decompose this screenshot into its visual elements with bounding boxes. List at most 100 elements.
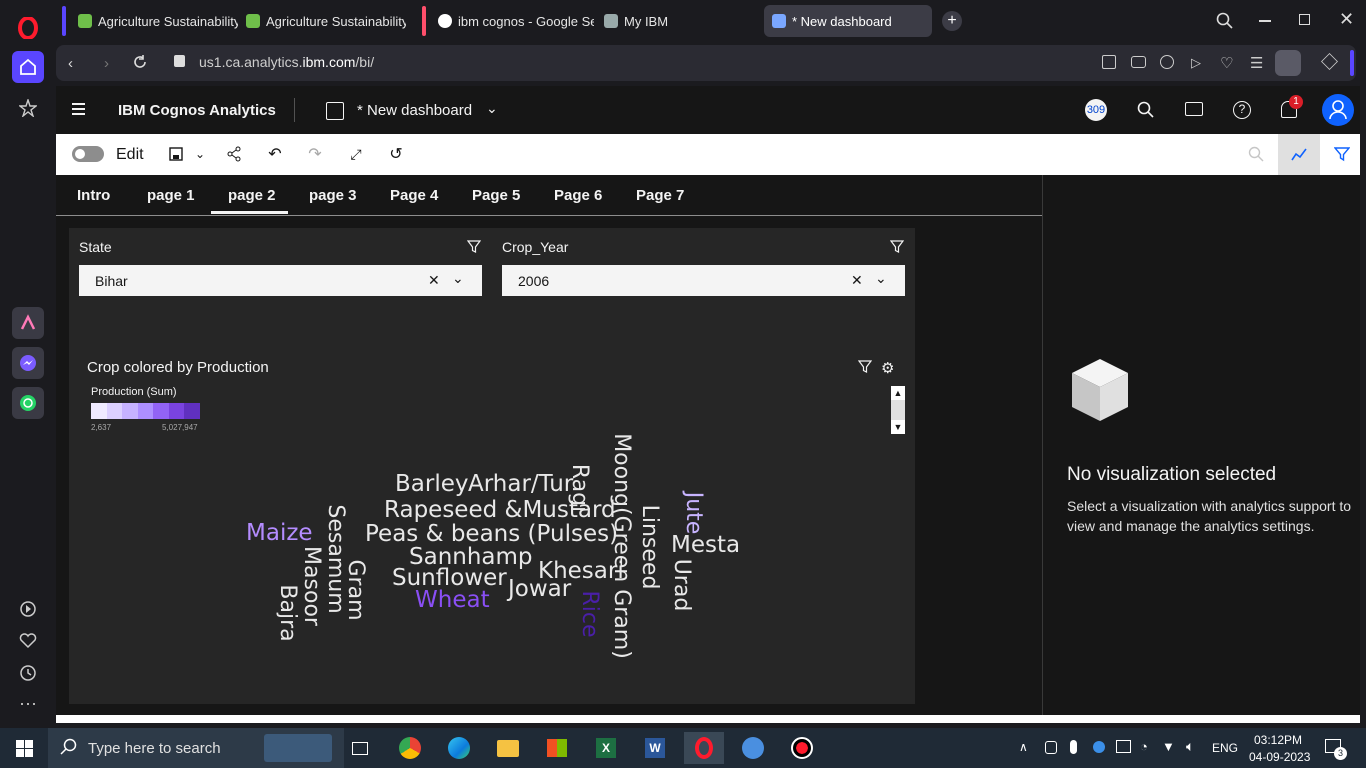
word-cloud-item[interactable]: Moong(Green Gram) <box>609 433 634 659</box>
history-icon[interactable] <box>12 657 44 689</box>
tab-intro[interactable]: Intro <box>77 187 110 204</box>
legend-scrollbar[interactable]: ▲ ▼ <box>891 386 905 434</box>
clear-icon[interactable]: ✕ <box>851 272 863 289</box>
snapshot-icon[interactable] <box>1131 56 1146 68</box>
forward-icon[interactable]: › <box>104 55 109 72</box>
chrome-icon[interactable] <box>390 732 430 764</box>
browser-tab[interactable]: My IBM <box>596 5 760 37</box>
word-cloud-item[interactable]: Barley <box>395 472 468 496</box>
tray-chevron-icon[interactable]: ∧ <box>1019 740 1028 754</box>
crop-year-filter-dropdown[interactable]: 2006 ✕ ⌄ <box>502 265 905 296</box>
browser-tab[interactable]: ibm cognos - Google Sear <box>430 5 594 37</box>
tab-page-6[interactable]: Page 6 <box>554 187 602 204</box>
word-cloud-item[interactable]: Gram <box>343 559 368 620</box>
chevron-down-icon[interactable]: ⌄ <box>452 270 464 287</box>
network-icon[interactable]: ◔ <box>1140 739 1148 754</box>
tab-page-4[interactable]: Page 4 <box>390 187 438 204</box>
store-icon[interactable] <box>537 732 577 764</box>
chat-icon[interactable] <box>1185 102 1203 116</box>
viz-settings-icon[interactable]: ⚙ <box>881 359 894 377</box>
more-icon[interactable]: ··· <box>12 687 44 719</box>
windows-start-icon[interactable] <box>16 740 33 762</box>
clear-icon[interactable]: ✕ <box>428 272 440 289</box>
tab-page-7[interactable]: Page 7 <box>636 187 684 204</box>
filter-icon[interactable] <box>889 240 905 259</box>
word-cloud-item[interactable]: Ragi <box>567 464 592 512</box>
help-icon[interactable]: ? <box>1233 101 1251 119</box>
tray-monitor-icon[interactable] <box>1116 740 1131 753</box>
chevron-down-icon[interactable]: ⌄ <box>486 100 498 117</box>
reset-icon[interactable]: ↺ <box>386 144 406 164</box>
filter-icon[interactable] <box>466 240 482 259</box>
scroll-up-icon[interactable]: ▲ <box>891 386 905 400</box>
file-explorer-icon[interactable] <box>488 732 528 764</box>
undo-icon[interactable]: ↶ <box>265 144 285 164</box>
clock-time[interactable]: 03:12PM <box>1254 733 1302 747</box>
analytics-panel-button[interactable] <box>1278 134 1320 175</box>
word-cloud-item[interactable]: Linseed <box>637 505 662 590</box>
word-cloud-item[interactable]: Wheat <box>415 588 490 612</box>
opera-menu-icon[interactable] <box>12 12 44 44</box>
task-view-icon[interactable] <box>340 732 380 764</box>
lock-icon[interactable] <box>174 55 185 67</box>
taskbar-search[interactable]: Type here to search <box>48 728 344 768</box>
redo-icon[interactable]: ↷ <box>305 144 325 164</box>
close-button[interactable]: ✕ <box>1339 9 1354 30</box>
easy-setup-icon[interactable]: ☰ <box>1250 54 1263 72</box>
tab-page-2[interactable]: page 2 <box>228 187 276 204</box>
zoom-icon[interactable] <box>1246 144 1266 164</box>
chevron-down-icon[interactable]: ⌄ <box>875 270 887 287</box>
user-avatar-icon[interactable] <box>1322 94 1354 126</box>
opera-taskbar-icon[interactable] <box>684 732 724 764</box>
sidebar-toggle[interactable] <box>1350 50 1354 76</box>
reload-icon[interactable] <box>132 54 148 75</box>
word-cloud-item[interactable]: Rice <box>577 590 602 637</box>
tab-page-3[interactable]: page 3 <box>309 187 357 204</box>
search-icon[interactable] <box>1137 101 1155 124</box>
browser-tab[interactable]: Agriculture Sustainability <box>238 5 406 37</box>
volume-icon[interactable]: 🔈︎ <box>1186 738 1194 755</box>
word-cloud-item[interactable]: Bajra <box>275 584 300 641</box>
tray-camera-icon[interactable] <box>1045 741 1057 754</box>
browser-tab-active[interactable]: * New dashboard <box>764 5 932 37</box>
microphone-icon[interactable] <box>1070 740 1077 754</box>
home-icon[interactable] <box>12 51 44 83</box>
word-cloud-item[interactable]: Arhar/Tur <box>468 472 573 496</box>
word-icon[interactable]: W <box>635 732 675 764</box>
save-menu-chevron-icon[interactable]: ⌄ <box>190 144 210 164</box>
language-indicator[interactable]: ENG <box>1212 741 1238 755</box>
tab-page-5[interactable]: Page 5 <box>472 187 520 204</box>
viz-filter-icon[interactable] <box>857 360 873 379</box>
filter-panel-icon[interactable] <box>1332 144 1352 164</box>
maximize-button[interactable] <box>1299 14 1310 25</box>
profile-icon[interactable] <box>1275 50 1301 76</box>
url-text[interactable]: us1.ca.analytics.ibm.com/bi/ <box>199 54 374 70</box>
fullscreen-icon[interactable]: ⤢ <box>346 144 366 164</box>
wifi-icon[interactable]: ▼ <box>1162 739 1175 754</box>
bookmark-heart-icon[interactable]: ♡ <box>1220 54 1233 72</box>
state-filter-dropdown[interactable]: Bihar ✕ ⌄ <box>79 265 482 296</box>
send-icon[interactable]: ▷ <box>1191 55 1201 71</box>
edge-icon[interactable] <box>439 732 479 764</box>
scroll-down-icon[interactable]: ▼ <box>891 420 905 434</box>
whatsapp-icon[interactable] <box>12 387 44 419</box>
hamburger-menu-icon[interactable] <box>72 103 85 115</box>
new-tab-button[interactable]: + <box>942 11 962 31</box>
adblock-icon[interactable] <box>1160 55 1174 69</box>
aria-icon[interactable] <box>12 307 44 339</box>
save-icon[interactable] <box>166 144 186 164</box>
recorder-icon[interactable] <box>782 732 822 764</box>
word-cloud-item[interactable]: Jute <box>681 492 706 535</box>
dashboard-title[interactable]: * New dashboard <box>357 102 472 119</box>
edit-toggle[interactable] <box>72 146 104 162</box>
player-icon[interactable] <box>12 593 44 625</box>
browser-tab[interactable]: Agriculture Sustainability <box>70 5 238 37</box>
assistant-badge[interactable]: 309 <box>1085 99 1107 121</box>
app-icon[interactable] <box>733 732 773 764</box>
speed-dial-icon[interactable] <box>12 92 44 124</box>
messenger-icon[interactable] <box>12 347 44 379</box>
back-icon[interactable]: ‹ <box>68 55 73 72</box>
word-cloud-item[interactable]: Masoor <box>299 546 324 626</box>
excel-icon[interactable]: X <box>586 732 626 764</box>
share-icon[interactable] <box>224 144 244 164</box>
